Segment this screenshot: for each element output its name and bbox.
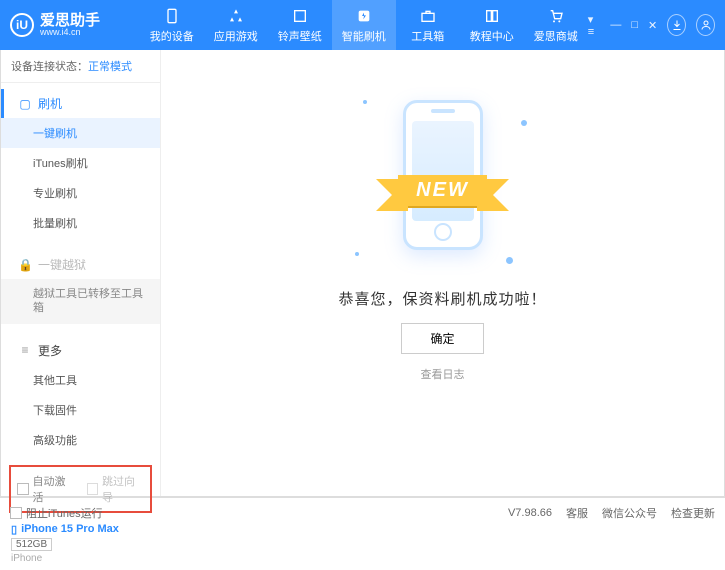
- close-icon[interactable]: ✕: [648, 19, 657, 32]
- nav-apps[interactable]: 应用游戏: [204, 0, 268, 50]
- sidebar: 设备连接状态：正常模式 ▢ 刷机 一键刷机 iTunes刷机 专业刷机 批量刷机…: [1, 50, 161, 496]
- nav-flash[interactable]: 智能刷机: [332, 0, 396, 50]
- nav-label: 智能刷机: [342, 28, 386, 44]
- download-button[interactable]: [667, 14, 686, 36]
- book-icon: [483, 7, 501, 25]
- sidebar-item-pro-flash[interactable]: 专业刷机: [1, 178, 160, 208]
- nav-toolbox[interactable]: 工具箱: [396, 0, 460, 50]
- nav-ringtones[interactable]: 铃声壁纸: [268, 0, 332, 50]
- success-illustration: NEW: [353, 90, 533, 270]
- more-icon: ≡: [18, 343, 32, 357]
- phone-icon: [163, 7, 181, 25]
- account-button[interactable]: [696, 14, 715, 36]
- nav-my-device[interactable]: 我的设备: [140, 0, 204, 50]
- sidebar-group-jailbreak: 🔒 一键越狱: [1, 250, 160, 279]
- status-value: 正常模式: [88, 61, 132, 73]
- view-log-link[interactable]: 查看日志: [421, 366, 465, 382]
- group-label: 一键越狱: [38, 256, 86, 273]
- nav-store[interactable]: 爱思商城: [524, 0, 588, 50]
- status-label: 设备连接状态：: [11, 61, 88, 73]
- nav-label: 铃声壁纸: [278, 28, 322, 44]
- sidebar-group-more[interactable]: ≡ 更多: [1, 336, 160, 365]
- sidebar-item-advanced[interactable]: 高级功能: [1, 425, 160, 455]
- nav-label: 我的设备: [150, 28, 194, 44]
- top-nav: 我的设备 应用游戏 铃声壁纸 智能刷机 工具箱 教程中心 爱思商城: [140, 0, 588, 50]
- phone-small-icon: ▢: [18, 97, 32, 111]
- footer-link-wechat[interactable]: 微信公众号: [602, 505, 657, 521]
- nav-label: 爱思商城: [534, 28, 578, 44]
- sidebar-item-batch-flash[interactable]: 批量刷机: [1, 208, 160, 238]
- flash-icon: [355, 7, 373, 25]
- toolbox-icon: [419, 7, 437, 25]
- checkbox-label: 自动激活: [33, 473, 75, 505]
- checkbox-icon: [87, 483, 99, 495]
- window-controls: ▾ ≡ — □ ✕: [588, 13, 715, 38]
- nav-label: 应用游戏: [214, 28, 258, 44]
- logo-icon: iU: [10, 13, 34, 37]
- cart-icon: [547, 7, 565, 25]
- titlebar: iU 爱思助手 www.i4.cn 我的设备 应用游戏 铃声壁纸 智能刷机 工具…: [0, 0, 725, 50]
- success-message: 恭喜您，保资料刷机成功啦！: [338, 288, 546, 309]
- menu-icon[interactable]: ▾ ≡: [588, 13, 601, 38]
- group-label: 刷机: [38, 95, 62, 112]
- main-panel: NEW 恭喜您，保资料刷机成功啦！ 确定 查看日志: [161, 50, 724, 496]
- group-label: 更多: [38, 342, 62, 359]
- device-name-text: iPhone 15 Pro Max: [21, 523, 119, 535]
- checkbox-label: 阻止iTunes运行: [26, 505, 103, 521]
- device-capacity: 512GB: [11, 538, 52, 551]
- minimize-icon[interactable]: —: [610, 19, 621, 31]
- sidebar-group-flash[interactable]: ▢ 刷机: [1, 89, 160, 118]
- checkbox-skip-guide[interactable]: 跳过向导: [87, 473, 145, 505]
- brand-title: 爱思助手: [40, 13, 100, 28]
- lock-icon: 🔒: [18, 258, 32, 272]
- checkbox-icon: [17, 483, 29, 495]
- device-info: ▯ iPhone 15 Pro Max 512GB iPhone: [1, 517, 160, 570]
- phone-tiny-icon: ▯: [11, 523, 17, 536]
- nav-tutorials[interactable]: 教程中心: [460, 0, 524, 50]
- sidebar-item-other-tools[interactable]: 其他工具: [1, 365, 160, 395]
- checkbox-icon: [10, 507, 22, 519]
- footer-link-update[interactable]: 检查更新: [671, 505, 715, 521]
- apps-icon: [227, 7, 245, 25]
- brand: iU 爱思助手 www.i4.cn: [10, 13, 140, 37]
- device-name[interactable]: ▯ iPhone 15 Pro Max: [11, 523, 150, 536]
- new-ribbon: NEW: [398, 175, 487, 206]
- sidebar-item-download-firmware[interactable]: 下载固件: [1, 395, 160, 425]
- sidebar-item-itunes-flash[interactable]: iTunes刷机: [1, 148, 160, 178]
- version-label: V7.98.66: [508, 507, 552, 519]
- jailbreak-note: 越狱工具已转移至工具箱: [1, 279, 160, 324]
- checkbox-auto-activate[interactable]: 自动激活: [17, 473, 75, 505]
- wallpaper-icon: [291, 7, 309, 25]
- sidebar-item-oneclick-flash[interactable]: 一键刷机: [1, 118, 160, 148]
- footer-link-support[interactable]: 客服: [566, 505, 588, 521]
- nav-label: 工具箱: [411, 28, 444, 44]
- ok-button[interactable]: 确定: [401, 323, 483, 354]
- brand-url: www.i4.cn: [40, 28, 100, 37]
- maximize-icon[interactable]: □: [631, 19, 638, 31]
- device-type: iPhone: [11, 553, 150, 564]
- checkbox-label: 跳过向导: [102, 473, 144, 505]
- checkbox-block-itunes[interactable]: 阻止iTunes运行: [10, 505, 103, 521]
- connection-status: 设备连接状态：正常模式: [1, 50, 160, 83]
- nav-label: 教程中心: [470, 28, 514, 44]
